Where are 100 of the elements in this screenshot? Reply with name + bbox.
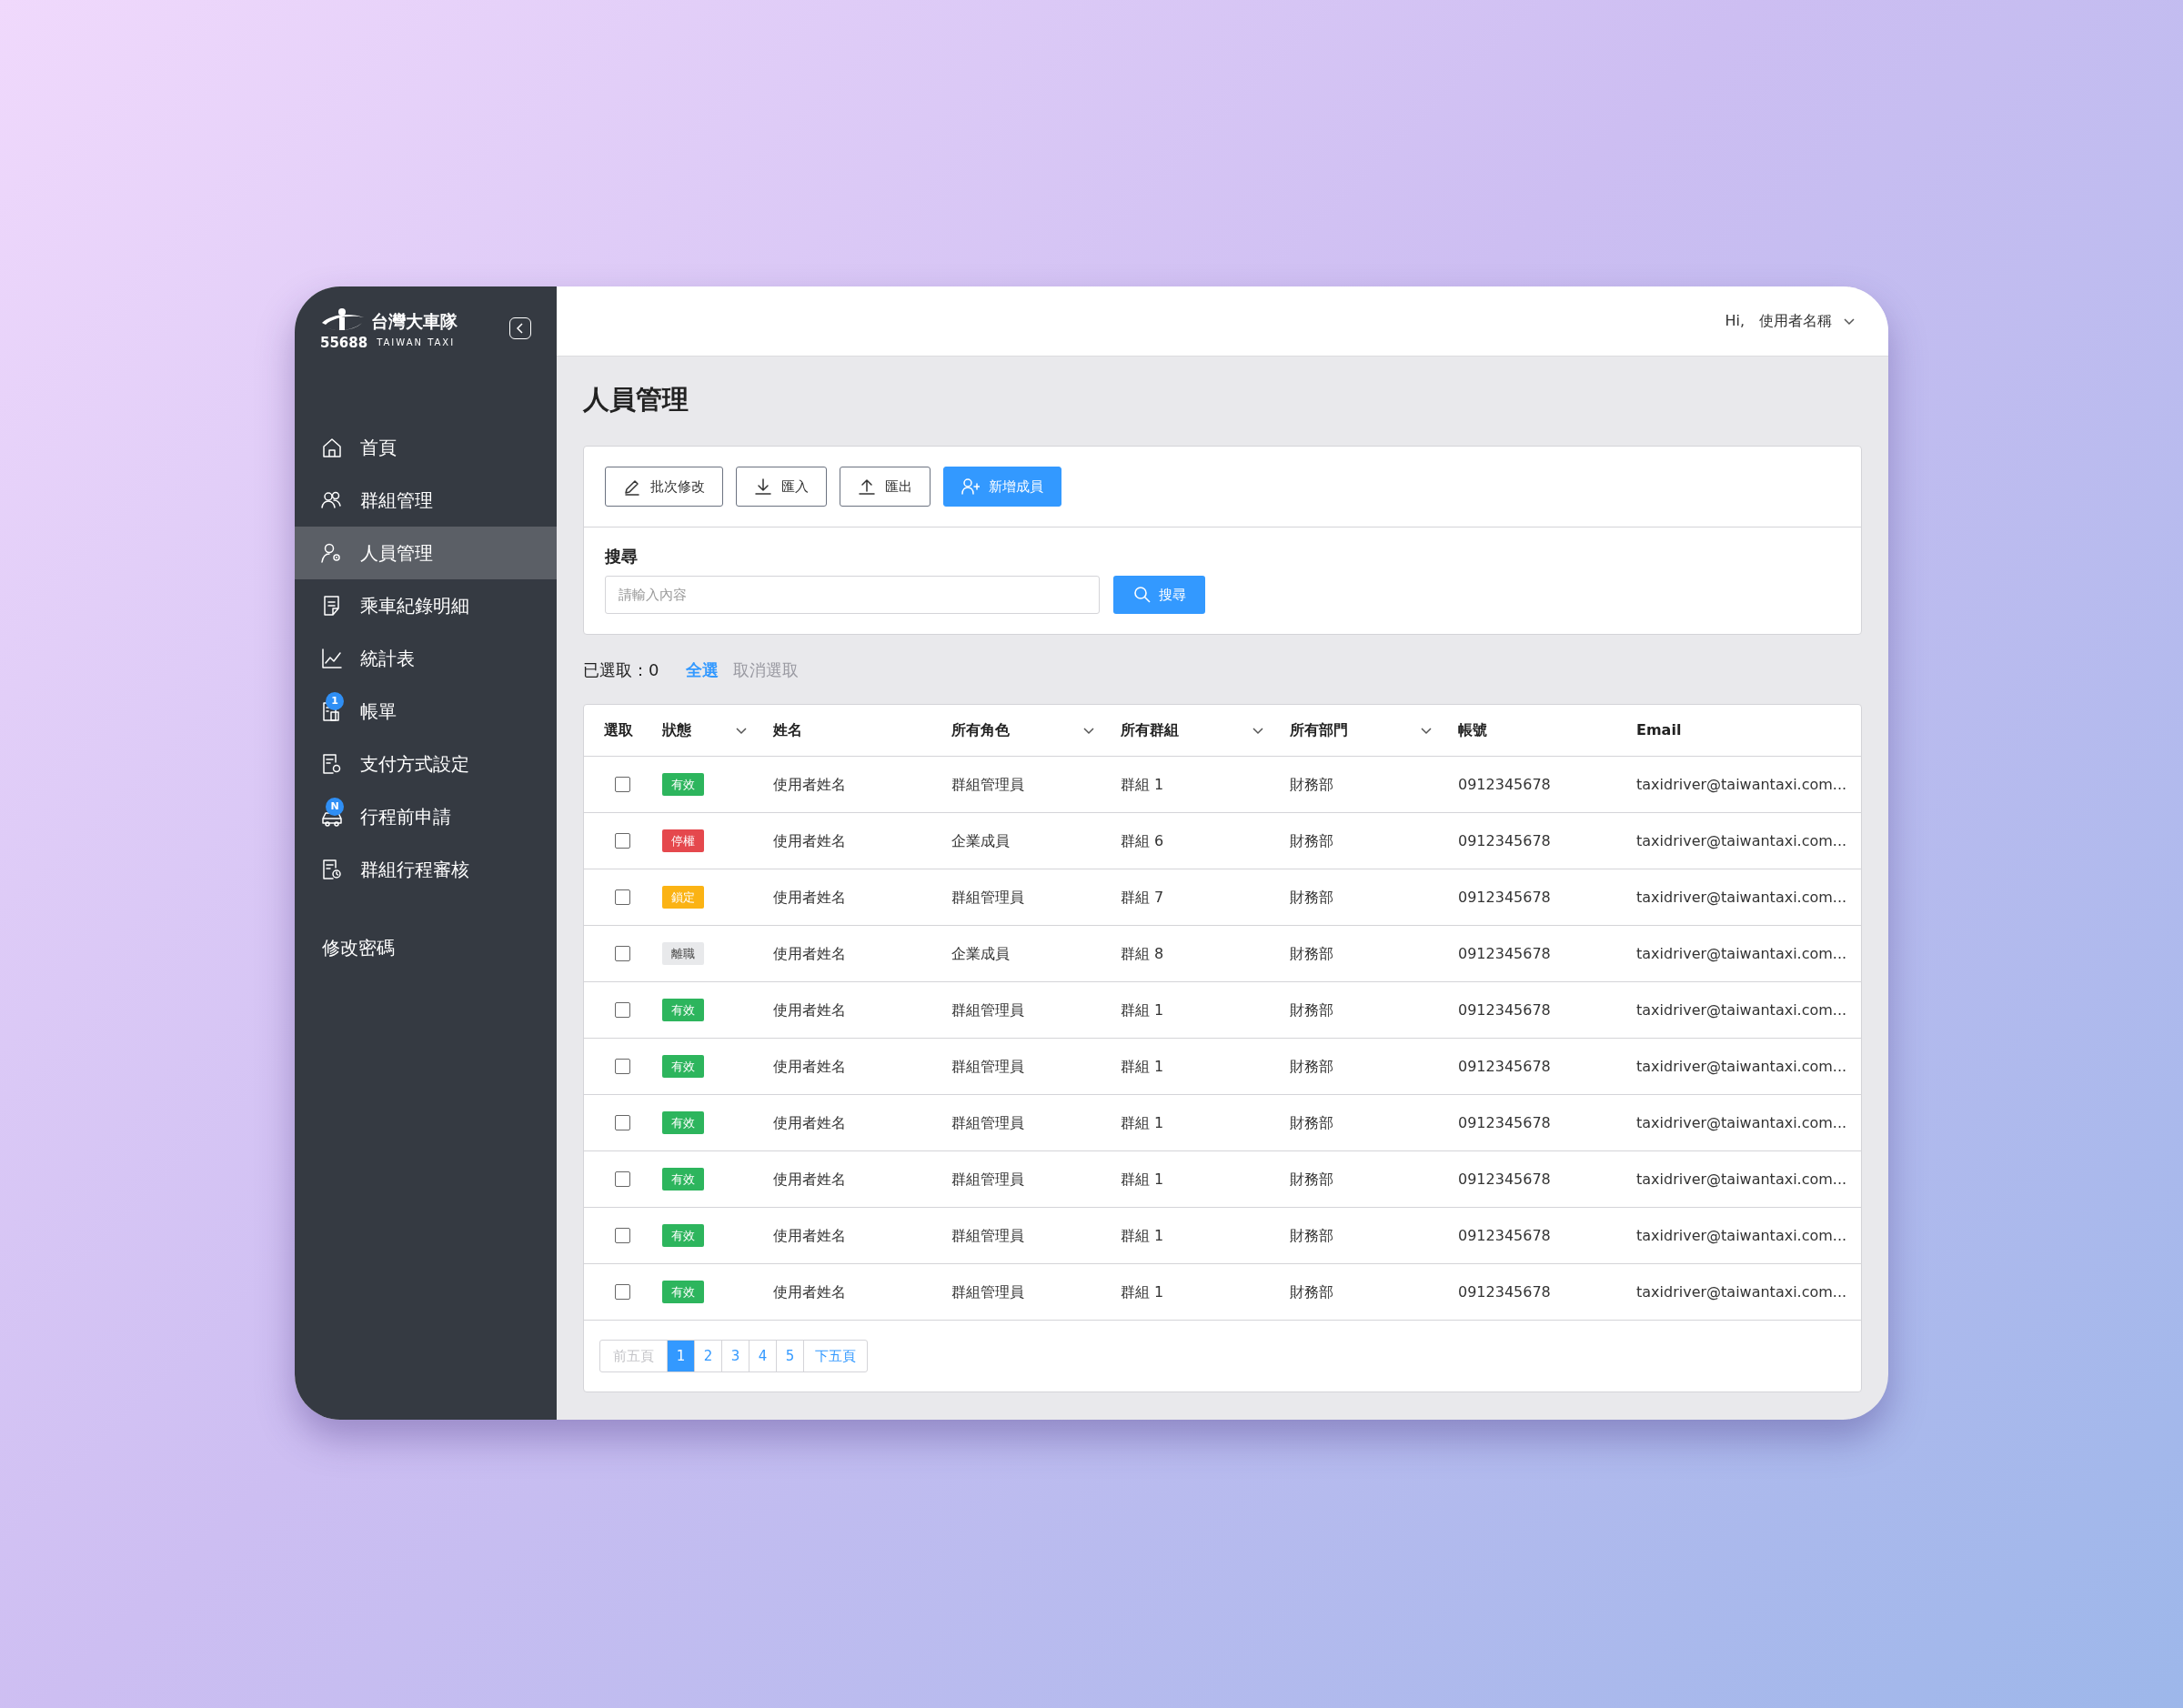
checkbox[interactable] [615,946,630,961]
table-cell-text: 群組 1 [1121,1056,1165,1077]
column-header: 狀態 [662,720,691,740]
table-cell-text: 使用者姓名 [773,1056,847,1077]
table-cell-text: 群組管理員 [951,1169,1025,1190]
table-cell-text: 群組管理員 [951,887,1025,908]
table-cell-text: taxidriver@taiwantaxi.com... [1636,887,1848,908]
table-cell-text: 0912345678 [1458,830,1552,851]
table-cell-text: taxidriver@taiwantaxi.com... [1636,943,1848,964]
status-badge: 有效 [662,772,704,797]
notification-badge: 1 [326,692,344,710]
table-cell-text: 群組 6 [1121,830,1165,851]
download-icon [754,477,772,496]
table-cell-text: 財務部 [1290,1169,1334,1190]
sidebar-item[interactable]: 人員管理 [295,527,557,579]
column-header: 所有部門 [1290,720,1348,740]
sidebar-item[interactable]: 群組管理 [295,474,557,527]
table-cell-text: taxidriver@taiwantaxi.com... [1636,1281,1848,1302]
table-cell-text: 0912345678 [1458,1169,1552,1190]
change-password-link[interactable]: 修改密碼 [295,934,557,961]
table-cell-text: 使用者姓名 [773,887,847,908]
page-title: 人員管理 [583,383,689,417]
table-cell-text: 使用者姓名 [773,943,847,964]
pencil-icon [623,477,641,496]
column-header: 所有群組 [1121,720,1179,740]
search-icon [1132,586,1152,604]
sidebar-item[interactable]: 乘車紀錄明細 [295,579,557,632]
column-header: Email [1636,720,1682,740]
table-cell-text: 0912345678 [1458,1281,1552,1302]
sidebar-item[interactable]: 支付方式設定 [295,738,557,790]
upload-icon [858,477,876,496]
table-cell-text: 0912345678 [1458,887,1552,908]
toolbar-button[interactable]: 批次修改 [605,467,723,507]
table-cell-text: 企業成員 [951,830,1011,851]
table-cell-text: 群組 1 [1121,1169,1165,1190]
status-badge: 有效 [662,1280,704,1304]
table-cell-text: 群組 8 [1121,943,1165,964]
table-cell-text: 使用者姓名 [773,1169,847,1190]
table-cell-text: 群組 1 [1121,1281,1165,1302]
checkbox[interactable] [615,777,630,792]
checkbox[interactable] [615,833,630,849]
notification-badge: N [326,798,344,816]
table-cell-text: 0912345678 [1458,1056,1552,1077]
table-cell-text: 財務部 [1290,943,1334,964]
toolbar-button[interactable]: 匯出 [840,467,931,507]
column-header: 選取 [604,720,633,740]
table-cell-text: 群組 1 [1121,1112,1165,1133]
column-header: 姓名 [773,720,802,740]
checkbox[interactable] [615,1059,630,1074]
table-cell-text: taxidriver@taiwantaxi.com... [1636,1225,1848,1246]
table-cell-text: 使用者姓名 [773,1281,847,1302]
table-cell-text: 財務部 [1290,1112,1334,1133]
table-cell-text: 群組 1 [1121,1225,1165,1246]
table-cell-text: taxidriver@taiwantaxi.com... [1636,1000,1848,1020]
checkbox[interactable] [615,1284,630,1300]
table-cell-text: 0912345678 [1458,1112,1552,1133]
table-cell-text: 群組管理員 [951,1225,1025,1246]
collapse-sidebar-button[interactable] [509,317,531,339]
add-user-icon [961,477,980,496]
table-cell-text: 0912345678 [1458,1225,1552,1246]
table-cell-text: 群組管理員 [951,1281,1025,1302]
user-greeting[interactable]: Hi, 使用者名稱 [1725,310,1832,332]
checkbox[interactable] [615,1228,630,1243]
toolbar-button[interactable]: 匯入 [736,467,827,507]
table-cell-text: 使用者姓名 [773,830,847,851]
table-cell-text: taxidriver@taiwantaxi.com... [1636,830,1848,851]
status-badge: 停權 [662,829,704,853]
status-badge: 鎖定 [662,885,704,909]
home-icon [320,436,344,459]
column-header: 帳號 [1458,720,1487,740]
checkbox[interactable] [615,1171,630,1187]
status-badge: 有效 [662,1223,704,1248]
table-cell-text: 0912345678 [1458,774,1552,795]
checkbox[interactable] [615,1115,630,1130]
sidebar-item[interactable]: 首頁 [295,421,557,474]
table-cell-text: 使用者姓名 [773,1000,847,1020]
table-cell-text: 群組管理員 [951,1000,1025,1020]
line-chart-icon [320,647,344,670]
chevron-left-icon [516,323,525,334]
table-cell-text: 群組管理員 [951,1112,1025,1133]
sidebar-item[interactable]: 群組行程審核 [295,843,557,896]
table-cell-text: 財務部 [1290,1000,1334,1020]
logo-number: 55688 [320,333,368,353]
table-cell-text: 使用者姓名 [773,1112,847,1133]
table-cell-text: 群組管理員 [951,1056,1025,1077]
status-badge: 有效 [662,998,704,1022]
checkbox[interactable] [615,1002,630,1018]
checkbox[interactable] [615,889,630,905]
logo-english: TAIWAN TAXI [377,337,456,350]
sidebar-item[interactable]: 1 帳單 [295,685,557,738]
table-cell-text: 群組 7 [1121,887,1165,908]
table-cell-text: 群組 1 [1121,1000,1165,1020]
sidebar-item[interactable]: N 行程前申請 [295,790,557,843]
table-cell-text: 群組管理員 [951,774,1025,795]
status-badge: 有效 [662,1054,704,1079]
table-cell-text: 0912345678 [1458,943,1552,964]
search-field[interactable]: 請輸入內容 [605,576,1100,614]
table-cell-text: 財務部 [1290,830,1334,851]
document-clock-icon [320,858,344,881]
sidebar-item[interactable]: 統計表 [295,632,557,685]
